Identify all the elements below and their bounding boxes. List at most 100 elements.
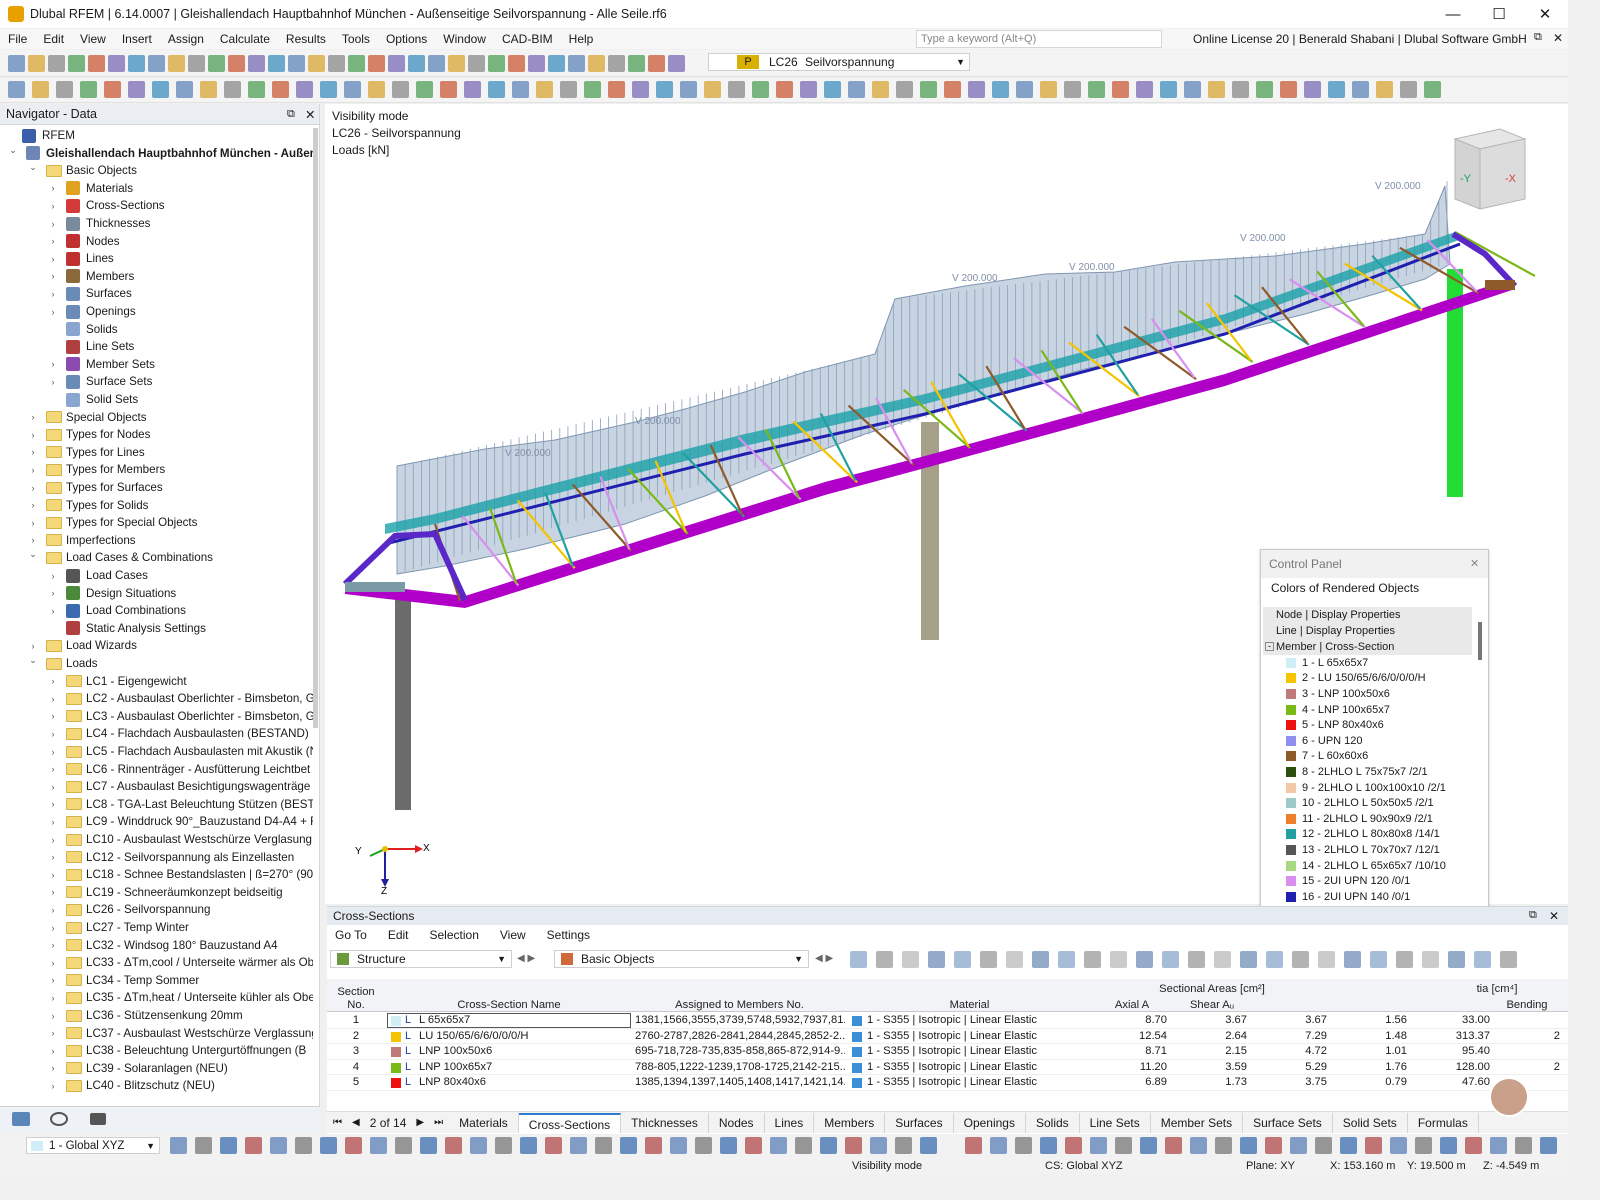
toolbar-tool-icon[interactable]	[296, 81, 313, 98]
expand-icon[interactable]: ›	[48, 588, 58, 598]
expand-icon[interactable]: ›	[48, 359, 58, 369]
cell-shear[interactable]: 2.15	[1172, 1045, 1247, 1057]
tree-load-case[interactable]: › LC32 - Windsog 180° Bauzustand A4	[48, 937, 278, 954]
toolbar-tool-icon[interactable]	[876, 951, 893, 968]
pin-icon[interactable]: ⧉	[287, 108, 295, 121]
cell-c6[interactable]: 2	[1492, 1030, 1560, 1042]
data-tab-icon[interactable]	[12, 1112, 30, 1126]
toolbar-tool-icon[interactable]	[8, 55, 25, 72]
toolbar-tool-icon[interactable]	[1318, 951, 1335, 968]
expand-icon[interactable]: ›	[48, 676, 58, 686]
toolbar-tool-icon[interactable]	[680, 81, 697, 98]
tree-loads[interactable]: ⌄ Loads	[28, 655, 97, 672]
tab-members[interactable]: Members	[814, 1112, 886, 1133]
tab-solids[interactable]: Solids	[1026, 1112, 1080, 1133]
toolbar-tool-icon[interactable]	[508, 55, 525, 72]
toolbar-tool-icon[interactable]	[328, 55, 345, 72]
toolbar-tool-icon[interactable]	[1340, 1137, 1357, 1154]
tree-load-case[interactable]: › LC36 - Stützensenkung 20mm	[48, 1007, 243, 1024]
menu-item[interactable]: Options	[378, 32, 435, 46]
expand-icon[interactable]: ›	[28, 430, 38, 440]
tree-item[interactable]: › Members	[48, 268, 134, 285]
toolbar-tool-icon[interactable]	[1315, 1137, 1332, 1154]
toolbar-tool-icon[interactable]	[308, 55, 325, 72]
search-input[interactable]: Type a keyword (Alt+Q)	[916, 30, 1162, 48]
expand-icon[interactable]: ›	[28, 500, 38, 510]
toolbar-tool-icon[interactable]	[1064, 81, 1081, 98]
tree-load-case[interactable]: › LC19 - Schneeräumkonzept beidseitig	[48, 884, 283, 901]
toolbar-tool-icon[interactable]	[1162, 951, 1179, 968]
toolbar-tool-icon[interactable]	[584, 81, 601, 98]
toolbar-tool-icon[interactable]	[728, 81, 745, 98]
expand-icon[interactable]: ›	[48, 694, 58, 704]
toolbar-tool-icon[interactable]	[1088, 81, 1105, 98]
cell-members[interactable]: 1385,1394,1397,1405,1408,1417,1421,14...	[635, 1076, 845, 1088]
next-arrow-icon[interactable]: ◀ ▶	[815, 953, 833, 964]
toolbar-tool-icon[interactable]	[88, 55, 105, 72]
loadcase-combo[interactable]: P LC26 Seilvorspannung ▼	[708, 53, 970, 71]
expand-icon[interactable]: ›	[48, 377, 58, 387]
color-legend-item[interactable]: 1 - L 65x65x7	[1286, 655, 1368, 671]
toolbar-tool-icon[interactable]	[1490, 1137, 1507, 1154]
expand-icon[interactable]: ›	[28, 412, 38, 422]
tree-load-case[interactable]: › LC26 - Seilvorspannung	[48, 901, 211, 918]
toolbar-tool-icon[interactable]	[528, 55, 545, 72]
tree-load-case[interactable]: › LC3 - Ausbaulast Oberlichter - Bimsbeto…	[48, 708, 314, 725]
expand-icon[interactable]: ›	[48, 571, 58, 581]
cell-axial[interactable]: 12.54	[1092, 1030, 1167, 1042]
cell-name[interactable]: LNP 100x65x7	[419, 1061, 624, 1073]
toolbar-tool-icon[interactable]	[268, 55, 285, 72]
toolbar-tool-icon[interactable]	[1280, 81, 1297, 98]
tree-load-case[interactable]: › LC33 - ΔTm,cool / Unterseite wärmer als…	[48, 954, 314, 971]
cell-c4[interactable]: 1.76	[1332, 1061, 1407, 1073]
toolbar-tool-icon[interactable]	[895, 1137, 912, 1154]
toolbar-tool-icon[interactable]	[1040, 81, 1057, 98]
toolbar-tool-icon[interactable]	[920, 1137, 937, 1154]
expand-icon[interactable]: ›	[48, 236, 58, 246]
view-cube[interactable]: -Y -X	[1453, 128, 1527, 210]
tree-item[interactable]: Line Sets	[48, 338, 134, 355]
toolbar-tool-icon[interactable]	[520, 1137, 537, 1154]
toolbar-tool-icon[interactable]	[220, 1137, 237, 1154]
toolbar-tool-icon[interactable]	[776, 81, 793, 98]
tree-load-cases-combinations[interactable]: ⌄ Load Cases & Combinations	[28, 549, 213, 566]
cell-material[interactable]: 1 - S355 | Isotropic | Linear Elastic	[867, 1045, 1092, 1057]
table-row[interactable]: L 1 L 65x65x7 1381,1566,3555,3739,5748,5932…	[327, 1013, 1568, 1029]
tree-group[interactable]: › Types for Nodes	[28, 426, 151, 443]
table-menu-item[interactable]: View	[500, 928, 526, 942]
color-legend-item[interactable]: 8 - 2LHLO L 75x75x7 /2/1	[1286, 764, 1428, 780]
collapse-icon[interactable]: ⌄	[28, 162, 38, 173]
views-tab-icon[interactable]	[90, 1113, 106, 1125]
tab-line-sets[interactable]: Line Sets	[1080, 1112, 1151, 1133]
toolbar-tool-icon[interactable]	[320, 1137, 337, 1154]
toolbar-tool-icon[interactable]	[295, 1137, 312, 1154]
tree-item[interactable]: › Nodes	[48, 233, 120, 250]
tree-load-case[interactable]: › LC8 - TGA-Last Beleuchtung Stützen (BES…	[48, 796, 314, 813]
expand-icon[interactable]: ›	[48, 183, 58, 193]
tab-solid-sets[interactable]: Solid Sets	[1333, 1112, 1408, 1133]
tree-item[interactable]: › Design Situations	[48, 585, 176, 602]
cell-material[interactable]: 1 - S355 | Isotropic | Linear Elastic	[867, 1061, 1092, 1073]
toolbar-tool-icon[interactable]	[628, 55, 645, 72]
line-display-header[interactable]: Line | Display Properties	[1263, 623, 1472, 639]
toolbar-tool-icon[interactable]	[1110, 951, 1127, 968]
toolbar-tool-icon[interactable]	[845, 1137, 862, 1154]
expand-icon[interactable]: ›	[48, 1063, 58, 1073]
toolbar-tool-icon[interactable]	[745, 1137, 762, 1154]
tree-load-case[interactable]: › LC37 - Ausbaulast Westschürze Verglassu…	[48, 1025, 314, 1042]
expand-icon[interactable]: ›	[48, 711, 58, 721]
cell-c3[interactable]: 5.29	[1252, 1061, 1327, 1073]
cell-c4[interactable]: 1.56	[1332, 1014, 1407, 1026]
structure-combo[interactable]: Structure ▼	[330, 950, 512, 968]
toolbar-tool-icon[interactable]	[1065, 1137, 1082, 1154]
tree-load-case[interactable]: › LC35 - ΔTm,heat / Unterseite kühler als…	[48, 989, 314, 1006]
cell-name[interactable]: L 65x65x7	[419, 1014, 624, 1026]
toolbar-tool-icon[interactable]	[1290, 1137, 1307, 1154]
cell-c5[interactable]: 47.60	[1412, 1076, 1490, 1088]
tree-load-case[interactable]: › LC6 - Rinnenträger - Ausfütterung Leich…	[48, 761, 311, 778]
color-legend-item[interactable]: 14 - 2LHLO L 65x65x7 /10/10	[1286, 858, 1446, 874]
cell-no[interactable]: 5	[327, 1076, 385, 1088]
toolbar-tool-icon[interactable]	[800, 81, 817, 98]
toolbar-tool-icon[interactable]	[992, 81, 1009, 98]
tab-surface-sets[interactable]: Surface Sets	[1243, 1112, 1333, 1133]
